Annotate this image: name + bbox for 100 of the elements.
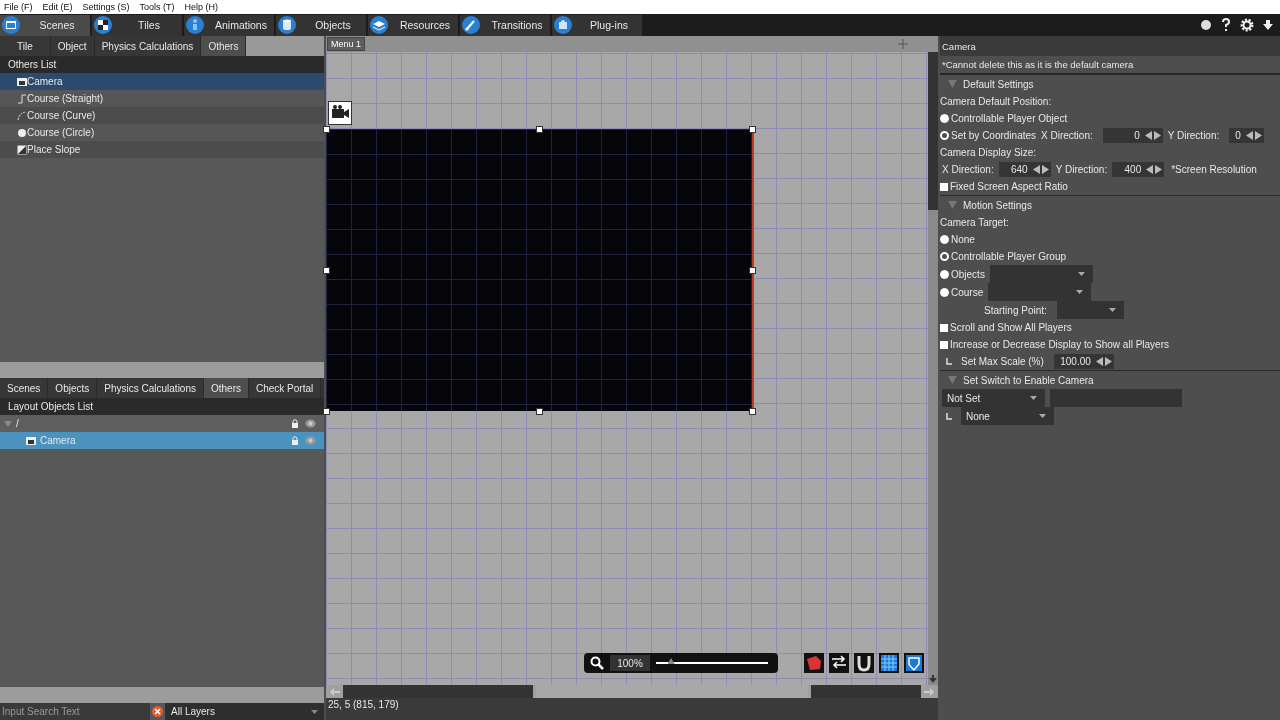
tab[interactable]: Objects [48,378,98,398]
radio-button[interactable]: Course [940,286,984,298]
scroll-bar[interactable] [928,52,938,685]
caret-icon [1108,308,1116,312]
scroll-bar[interactable] [0,687,324,703]
resize-handle[interactable] [323,126,330,133]
canvas-grid[interactable]: 100% [326,52,928,685]
tab[interactable]: Check Portal [249,378,322,398]
branch-icon [946,412,952,420]
field-label: X Direction: [1041,130,1093,141]
list-item[interactable]: Camera [0,73,324,90]
resize-handle[interactable] [536,126,543,133]
menu-item[interactable]: Help (H) [184,2,219,12]
caret-icon [311,709,318,714]
shield-icon[interactable] [904,653,924,673]
tab[interactable]: Tile [0,36,51,56]
branch-icon [946,358,952,365]
tab[interactable]: Object [50,36,95,56]
checkbox[interactable]: Scroll and Show All Players [940,322,1072,333]
resize-handle[interactable] [536,408,543,415]
tab[interactable]: Physics Calculations [97,378,204,398]
radio-button[interactable]: Set by Coordinates [940,130,1037,141]
search-field[interactable]: Input Search Text [0,703,150,720]
menu-item[interactable]: Settings (S) [82,2,130,12]
arrow-left-icon [330,687,340,696]
magnet-icon[interactable] [854,653,874,673]
status-text: 25, 5 (815, 179) [326,698,938,720]
resize-handle[interactable] [323,267,330,274]
radio-button[interactable]: Controllable Player Group [940,251,1067,262]
caret-icon [1039,414,1046,418]
arrow-down-icon [929,675,937,683]
text-field[interactable] [1050,389,1182,407]
list-item[interactable]: Place Slope [0,141,324,158]
eye-icon [305,419,316,428]
expanded-icon [948,376,957,384]
number-field[interactable]: 640 [998,162,1051,177]
list-item[interactable]: Course (Curve) [0,107,324,124]
main-tab[interactable]: Transitions [460,14,550,36]
expanded-icon [948,80,957,88]
caret-icon [1077,272,1085,276]
radio-button[interactable]: Controllable Player Object [940,113,1068,124]
brush-icon [462,16,480,34]
layers-icon [370,16,388,34]
tree-item[interactable]: / [0,415,324,432]
section-header[interactable]: Motion Settings [940,195,1280,214]
camera-icon [328,101,352,125]
field-label: Y Direction: [1055,164,1108,175]
lock-icon [291,435,299,446]
main-tab[interactable]: Plug-ins [552,14,642,36]
search-icon [590,656,604,670]
zoom-field[interactable]: 100% [610,655,650,671]
resize-handle[interactable] [749,267,756,274]
slope-icon [17,144,27,155]
panel-title: Camera [940,36,1280,56]
dropdown[interactable]: Not Set [942,389,1045,407]
arrow-left-icon [1245,131,1253,140]
menu-item[interactable]: Edit (E) [42,2,73,12]
number-field[interactable]: 0 [1102,128,1163,143]
eye-icon [305,436,316,445]
scroll-bar[interactable] [326,685,938,698]
radio-button[interactable]: None [940,234,975,245]
main-tab[interactable]: Resources [368,14,458,36]
resize-handle[interactable] [749,126,756,133]
menu-item[interactable]: Tools (T) [139,2,175,12]
number-field[interactable]: 0 [1229,128,1264,143]
main-tab[interactable]: Animations [184,14,274,36]
camera-icon [17,76,27,87]
resize-handle[interactable] [749,408,756,415]
main-tab[interactable]: Tiles [92,14,182,36]
field-label: Starting Point: [984,304,1047,316]
circle-icon [17,127,27,138]
arrow-right-icon [1153,131,1161,140]
tab[interactable]: Physics Calculations [94,36,202,56]
checkbox[interactable]: Increase or Decrease Display to Show all Players [940,339,1169,350]
swap-icon[interactable] [829,653,849,673]
field-label: X Direction: [942,164,994,175]
caret-icon [1076,290,1084,294]
main-tab[interactable]: Scenes [0,14,90,36]
menu-item[interactable]: File (F) [4,2,33,12]
main-tab[interactable]: Objects [276,14,366,36]
arrow-right-icon [1104,357,1112,366]
layer-dropdown[interactable]: All Layers [165,703,324,720]
grid-icon[interactable] [879,653,899,673]
scroll-bar[interactable] [0,362,324,378]
window-icon [2,16,20,34]
tab[interactable]: Scenes [0,378,49,398]
tab[interactable]: Menu 1 [327,37,366,51]
number-field[interactable]: 100.00 [1053,354,1114,369]
radio-button[interactable]: Objects [940,268,985,280]
dropdown[interactable]: None [961,407,1054,425]
lock-icon [291,418,299,429]
tab[interactable]: Others [204,378,249,398]
resize-handle[interactable] [323,408,330,415]
arrow-left-icon [1146,165,1154,174]
camera-icon [26,435,36,446]
blob-icon[interactable] [804,653,824,673]
tab[interactable]: Others [201,36,247,56]
number-field[interactable]: 400 [1112,162,1165,177]
checkbox[interactable]: Fixed Screen Aspect Ratio [940,181,1068,192]
section-header[interactable]: Default Settings [940,74,1280,93]
